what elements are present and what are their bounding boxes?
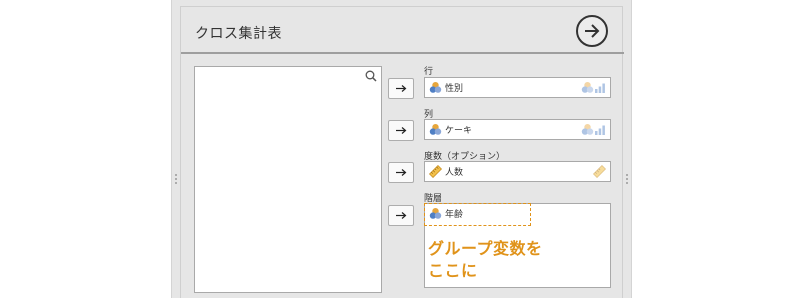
nominal-icon — [429, 82, 442, 93]
counts-measure-types — [593, 165, 606, 178]
arrow-right-icon — [585, 24, 600, 38]
counts-field[interactable]: 人数 — [424, 161, 611, 182]
counts-variable-chip[interactable]: 人数 — [429, 165, 463, 178]
rows-variable-name: 性別 — [445, 84, 464, 94]
arrow-right-icon — [396, 212, 407, 219]
rows-label: 行 — [424, 67, 434, 77]
left-resize-grip[interactable] — [175, 174, 178, 186]
arrow-right-icon — [396, 85, 407, 92]
hint-line-1: グループ変数を — [428, 239, 543, 258]
rows-variable-chip[interactable]: 性別 — [429, 81, 463, 94]
ordinal-type-icon — [595, 125, 605, 135]
header-divider — [181, 52, 624, 54]
nominal-icon — [429, 208, 442, 219]
run-arrow-button[interactable] — [576, 15, 608, 47]
layers-variable-chip[interactable]: 年齢 — [429, 207, 463, 220]
variable-list[interactable] — [194, 66, 382, 293]
group-variable-hint: グループ変数を ここに — [428, 238, 543, 282]
rows-measure-types — [581, 81, 606, 94]
panel-title: クロス集計表 — [195, 26, 282, 42]
arrow-right-icon — [396, 127, 407, 134]
columns-variable-chip[interactable]: ケーキ — [429, 123, 472, 136]
move-to-rows-button[interactable] — [388, 78, 414, 99]
search-icon[interactable] — [365, 70, 377, 82]
columns-variable-name: ケーキ — [445, 126, 473, 136]
scale-type-icon — [593, 165, 606, 178]
columns-measure-types — [581, 123, 606, 136]
crosstabs-panel: クロス集計表 行 性別 列 ケーキ 度数（オプション） 人数 階層 年齢 グルー… — [180, 6, 624, 298]
move-to-counts-button[interactable] — [388, 162, 414, 183]
ordinal-type-icon — [595, 83, 605, 93]
rows-field[interactable]: 性別 — [424, 77, 611, 98]
move-to-columns-button[interactable] — [388, 120, 414, 141]
columns-field[interactable]: ケーキ — [424, 119, 611, 140]
right-resize-grip[interactable] — [626, 174, 629, 186]
nominal-type-icon — [581, 82, 594, 93]
hint-line-2: ここに — [428, 261, 478, 280]
nominal-icon — [429, 124, 442, 135]
ruler-icon — [429, 165, 442, 178]
nominal-type-icon — [581, 124, 594, 135]
arrow-right-icon — [396, 169, 407, 176]
counts-variable-name: 人数 — [445, 168, 464, 178]
layers-field[interactable]: 年齢 グループ変数を ここに — [424, 203, 611, 288]
layers-variable-name: 年齢 — [445, 210, 464, 220]
move-to-layers-button[interactable] — [388, 205, 414, 226]
